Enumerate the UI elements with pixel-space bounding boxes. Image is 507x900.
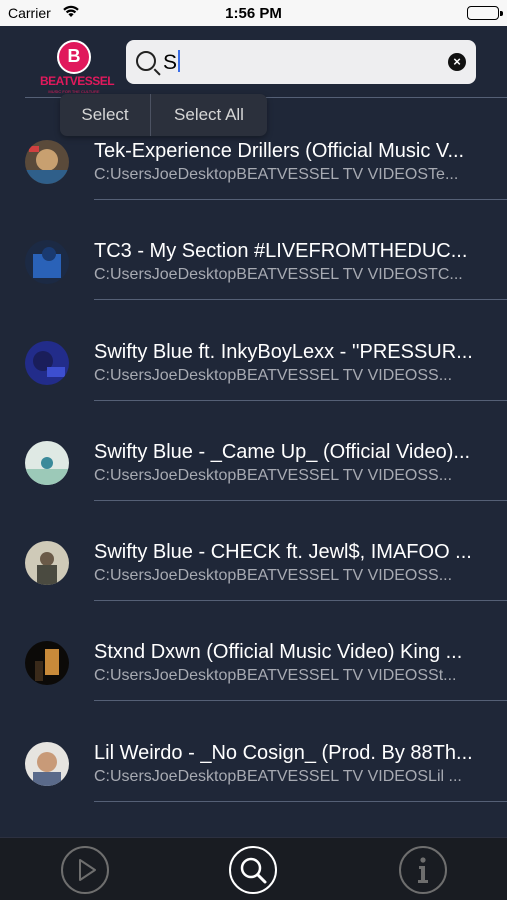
video-thumbnail — [25, 541, 69, 586]
video-path: C:UsersJoeDesktopBEATVESSEL TV VIDEOSTe.… — [94, 166, 459, 183]
tab-info[interactable] — [399, 846, 447, 894]
list-item[interactable]: TC3 - My Section #LIVEFROMTHEDUC... C:Us… — [0, 200, 507, 301]
video-title: TC3 - My Section #LIVEFROMTHEDUC... — [94, 240, 468, 263]
search-bar[interactable]: S × — [126, 40, 476, 84]
tab-bar — [0, 837, 507, 900]
list-item[interactable]: Lil Weirdo - _No Cosign_ (Prod. By 88Th.… — [0, 702, 507, 802]
list-item[interactable]: Swifty Blue ft. InkyBoyLexx - ''PRESSUR.… — [0, 301, 507, 401]
video-thumbnail — [25, 641, 69, 686]
video-title: Swifty Blue - _Came Up_ (Official Video)… — [94, 440, 471, 463]
video-title: Swifty Blue ft. InkyBoyLexx - ''PRESSUR.… — [94, 340, 473, 363]
search-input[interactable]: S — [163, 50, 181, 75]
video-thumbnail — [25, 340, 69, 385]
video-title: Swifty Blue - CHECK ft. Jewl$, IMAFOO ..… — [94, 541, 472, 564]
logo-wordmark: BEATVESSEL — [40, 74, 115, 88]
beatvessel-logo: B BEATVESSEL MUSIC FOR THE CULTURE — [40, 40, 115, 96]
text-cursor — [178, 50, 181, 72]
status-time: 1:56 PM — [225, 5, 282, 22]
select-all-menu-item[interactable]: Select All — [151, 94, 267, 136]
battery-icon — [467, 6, 503, 20]
select-menu-item[interactable]: Select — [60, 94, 151, 136]
video-thumbnail — [25, 140, 69, 184]
video-title: Tek-Experience Drillers (Official Music … — [94, 140, 465, 162]
list-item[interactable]: Swifty Blue - _Came Up_ (Official Video)… — [0, 401, 507, 501]
video-list[interactable]: Tek-Experience Drillers (Official Music … — [0, 100, 507, 802]
clear-icon[interactable]: × — [448, 53, 466, 71]
tab-play[interactable] — [61, 846, 109, 894]
logo-letter: B — [67, 46, 81, 66]
logo-badge: B — [57, 40, 91, 74]
video-thumbnail — [25, 440, 69, 485]
video-thumbnail — [25, 741, 69, 786]
search-icon — [136, 51, 156, 71]
info-icon — [418, 857, 428, 883]
video-path: C:UsersJoeDesktopBEATVESSEL TV VIDEOSTC.… — [94, 266, 463, 284]
video-path: C:UsersJoeDesktopBEATVESSEL TV VIDEOSS..… — [94, 466, 453, 484]
video-path: C:UsersJoeDesktopBEATVESSEL TV VIDEOSSt.… — [94, 667, 457, 685]
search-icon — [240, 857, 267, 884]
tab-search[interactable] — [229, 846, 277, 894]
video-path: C:UsersJoeDesktopBEATVESSEL TV VIDEOSLil… — [94, 767, 462, 785]
video-path: C:UsersJoeDesktopBEATVESSEL TV VIDEOSS..… — [94, 366, 453, 384]
search-value: S — [163, 51, 178, 74]
header: B BEATVESSEL MUSIC FOR THE CULTURE S × — [0, 26, 507, 100]
video-path: C:UsersJoeDesktopBEATVESSEL TV VIDEOSS..… — [94, 567, 453, 585]
video-title: Stxnd Dxwn (Official Music Video) King .… — [94, 641, 463, 664]
status-bar: Carrier 1:56 PM — [0, 0, 507, 26]
row-divider — [94, 800, 507, 802]
list-item[interactable]: Stxnd Dxwn (Official Music Video) King .… — [0, 601, 507, 702]
video-title: Lil Weirdo - _No Cosign_ (Prod. By 88Th.… — [94, 741, 473, 764]
list-item[interactable]: Swifty Blue - CHECK ft. Jewl$, IMAFOO ..… — [0, 501, 507, 602]
play-icon — [79, 859, 96, 881]
edit-menu: Select Select All — [60, 94, 267, 136]
video-thumbnail — [25, 240, 69, 285]
